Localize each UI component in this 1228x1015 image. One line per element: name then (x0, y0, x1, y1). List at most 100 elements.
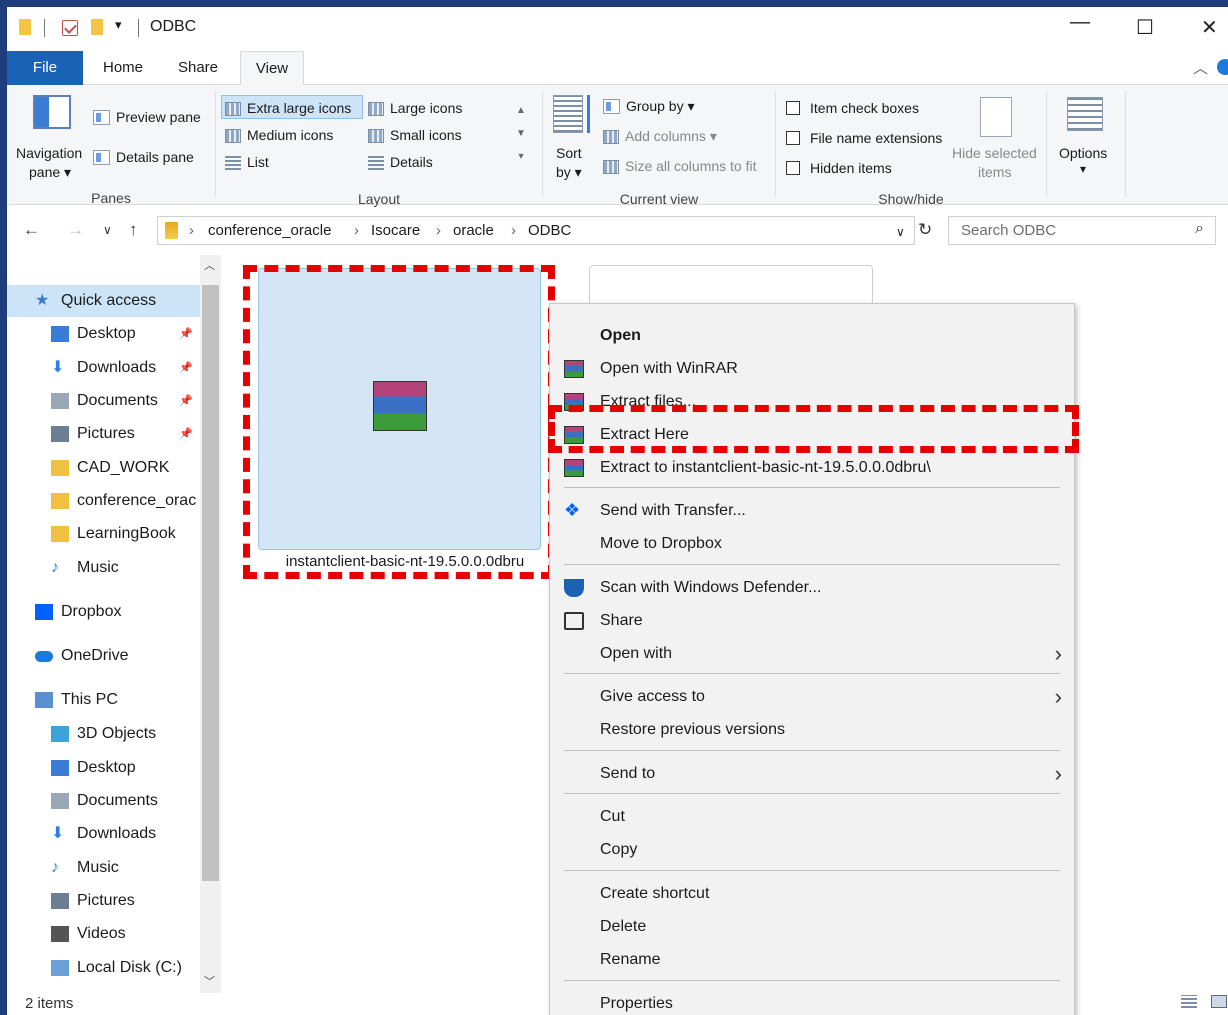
menu-item-open[interactable]: Open (550, 319, 1074, 352)
sidebar-item-documents[interactable]: Documents (7, 785, 200, 817)
menu-item-move-to-dropbox[interactable]: Move to Dropbox (550, 527, 1074, 560)
tab-home[interactable]: Home (93, 51, 153, 85)
scroll-down-icon[interactable]: ﹀ (204, 973, 215, 989)
menu-item-open-with-winrar[interactable]: Open with WinRAR (550, 352, 1074, 385)
menu-item-send-with-transfer[interactable]: ❖ Send with Transfer... (550, 494, 1074, 527)
size-all-columns-button[interactable]: Size all columns to fit (603, 158, 757, 174)
hidden-items-toggle[interactable]: Hidden items (786, 160, 892, 176)
tab-share[interactable]: Share (170, 51, 226, 85)
pin-icon[interactable]: 📌 (179, 352, 193, 384)
file-name-extensions-toggle[interactable]: File name extensions (786, 130, 942, 146)
menu-item-share[interactable]: Share (550, 604, 1074, 637)
address-bar[interactable]: › conference_oracle › Isocare › oracle ›… (157, 216, 915, 245)
checkbox[interactable] (786, 161, 800, 175)
recent-locations-icon[interactable]: ∨ (103, 223, 112, 237)
add-columns-button[interactable]: Add columns ▾ (603, 128, 717, 145)
back-arrow-icon[interactable]: ← (23, 220, 40, 240)
nav-scrollbar[interactable]: ︿ ﹀ (200, 255, 221, 993)
breadcrumb-conference-oracle[interactable]: conference_oracle (208, 222, 331, 239)
layout-scroll-buttons[interactable]: ▲ ▼ ▾ (514, 99, 528, 169)
sidebar-item-pictures[interactable]: Pictures (7, 885, 200, 917)
sidebar-item-music[interactable]: ♪ Music (7, 852, 200, 884)
sidebar-item-cad-work[interactable]: CAD_WORK (7, 452, 200, 484)
menu-item-send-to[interactable]: Send to › (550, 757, 1074, 790)
layout-details[interactable]: Details (368, 154, 433, 170)
search-input[interactable]: Search ODBC ⌕ (948, 216, 1216, 245)
large-icons-view-icon[interactable] (1211, 995, 1227, 1008)
menu-item-give-access-to[interactable]: Give access to › (550, 680, 1074, 713)
sort-by-dropdown[interactable]: by ▾ (556, 164, 582, 181)
sidebar-item-downloads[interactable]: ⬇ Downloads 📌 (7, 352, 200, 384)
second-file-tile[interactable] (589, 265, 873, 305)
details-pane-button[interactable]: Details pane (93, 149, 194, 165)
download-icon: ⬇ (51, 359, 65, 376)
collapse-ribbon-icon[interactable]: ︿ (1193, 57, 1208, 78)
scrollbar-thumb[interactable] (202, 285, 219, 881)
sidebar-item-music[interactable]: ♪ Music (7, 552, 200, 584)
sidebar-item-this-pc[interactable]: This PC (7, 684, 200, 716)
menu-item-extract-to-instantclient-basic-nt-19-5-0-0-0dbru[interactable]: Extract to instantclient-basic-nt-19.5.0… (550, 451, 1074, 484)
sidebar-item-local-disk-c[interactable]: Local Disk (C:) (7, 952, 200, 984)
navigation-pane-dropdown[interactable]: pane ▾ (29, 164, 71, 181)
new-folder-icon[interactable] (91, 19, 103, 35)
breadcrumb-oracle[interactable]: oracle (453, 222, 494, 239)
menu-item-restore-previous-versions[interactable]: Restore previous versions (550, 713, 1074, 746)
layout-small-icons[interactable]: Small icons (368, 127, 462, 143)
pin-icon[interactable]: 📌 (179, 418, 193, 450)
layout-medium-icons[interactable]: Medium icons (225, 127, 333, 143)
sidebar-item-videos[interactable]: Videos (7, 918, 200, 950)
sidebar-item-conference-orac[interactable]: conference_orac (7, 485, 200, 517)
checkbox[interactable] (786, 101, 800, 115)
share-icon (564, 612, 584, 630)
menu-item-create-shortcut[interactable]: Create shortcut (550, 877, 1074, 910)
sort-by-button[interactable]: Sort (556, 145, 582, 161)
sidebar-item-dropbox[interactable]: Dropbox (7, 596, 200, 628)
pin-icon[interactable]: 📌 (179, 318, 193, 350)
menu-item-cut[interactable]: Cut (550, 800, 1074, 833)
close-button[interactable]: ✕ (1201, 15, 1218, 40)
item-check-boxes-toggle[interactable]: Item check boxes (786, 100, 919, 116)
menu-item-properties[interactable]: Properties (550, 987, 1074, 1015)
layout-extra-large-icons[interactable]: Extra large icons (225, 100, 351, 116)
sidebar-item-onedrive[interactable]: OneDrive (7, 640, 200, 672)
breadcrumb-isocare[interactable]: Isocare (371, 222, 420, 239)
details-view-icon[interactable] (1181, 995, 1197, 1008)
up-arrow-icon[interactable]: ↑ (129, 220, 138, 240)
maximize-button[interactable]: ☐ (1136, 15, 1154, 40)
group-by-button[interactable]: Group by ▾ (603, 98, 695, 115)
preview-pane-button[interactable]: Preview pane (93, 109, 201, 125)
refresh-icon[interactable]: ↻ (918, 220, 932, 240)
customize-quick-access-icon[interactable]: ▾ (115, 17, 122, 33)
tab-file[interactable]: File (7, 51, 83, 85)
layout-list[interactable]: List (225, 154, 269, 170)
layout-large-icons[interactable]: Large icons (368, 100, 462, 116)
help-icon[interactable] (1217, 59, 1228, 75)
minimize-button[interactable]: — (1070, 11, 1090, 34)
menu-item-rename[interactable]: Rename (550, 943, 1074, 976)
sidebar-item-3d-objects[interactable]: 3D Objects (7, 718, 200, 750)
breadcrumb-odbc[interactable]: ODBC (528, 222, 571, 239)
options-dropdown[interactable]: ▾ (1080, 162, 1086, 176)
menu-item-scan-with-windows-defender[interactable]: Scan with Windows Defender... (550, 571, 1074, 604)
properties-check-icon[interactable] (62, 20, 78, 36)
address-dropdown-icon[interactable]: ∨ (896, 225, 905, 239)
options-button[interactable]: Options (1059, 145, 1107, 161)
sidebar-item-downloads[interactable]: ⬇ Downloads (7, 818, 200, 850)
navigation-pane-button[interactable]: Navigation (16, 145, 82, 161)
sidebar-item-desktop[interactable]: Desktop (7, 752, 200, 784)
sidebar-item-quick-access[interactable]: ★ Quick access (7, 285, 200, 317)
menu-item-copy[interactable]: Copy (550, 833, 1074, 866)
pin-icon[interactable]: 📌 (179, 385, 193, 417)
sidebar-item-documents[interactable]: Documents 📌 (7, 385, 200, 417)
hide-selected-button-line2[interactable]: items (978, 164, 1011, 180)
menu-item-open-with[interactable]: Open with › (550, 637, 1074, 670)
sidebar-item-desktop[interactable]: Desktop 📌 (7, 318, 200, 350)
hide-selected-button[interactable]: Hide selected (952, 145, 1037, 161)
scroll-up-icon[interactable]: ︿ (204, 257, 215, 273)
sidebar-item-pictures[interactable]: Pictures 📌 (7, 418, 200, 450)
tab-view[interactable]: View (240, 51, 304, 86)
menu-item-delete[interactable]: Delete (550, 910, 1074, 943)
forward-arrow-icon[interactable]: → (67, 220, 84, 240)
sidebar-item-learningbook[interactable]: LearningBook (7, 518, 200, 550)
checkbox[interactable] (786, 131, 800, 145)
